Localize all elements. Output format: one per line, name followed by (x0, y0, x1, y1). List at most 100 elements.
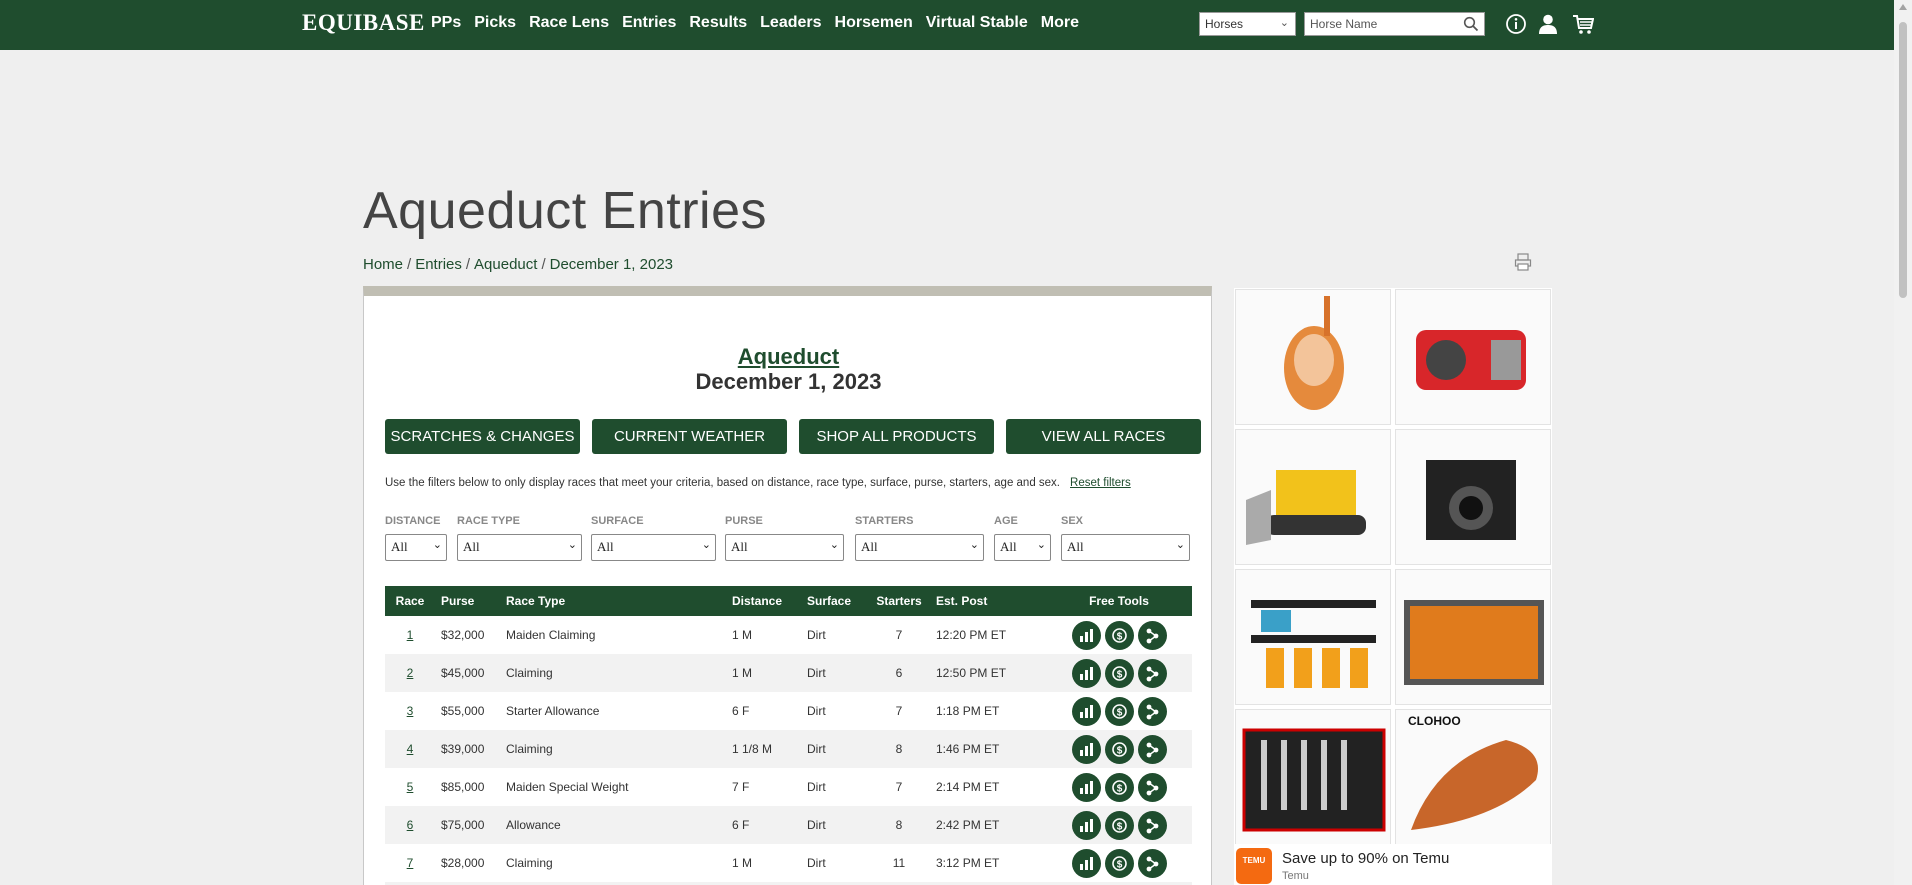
scroll-up-arrow-icon[interactable] (1899, 4, 1907, 10)
search-icon[interactable] (1463, 16, 1479, 32)
search-type-select[interactable]: Horses ⌄ (1199, 12, 1296, 36)
ad-product-router-bits[interactable] (1395, 569, 1551, 705)
ad-product-sandal[interactable]: CLOHOO (1395, 709, 1551, 845)
free-tools-cell: $ (1046, 730, 1192, 768)
nav-results[interactable]: Results (689, 14, 747, 32)
race-chart-tool-button[interactable] (1071, 620, 1101, 650)
current-weather-button[interactable]: CURRENT WEATHER (592, 419, 787, 454)
free-picks-tool-button[interactable]: $ (1104, 810, 1134, 840)
ad-footer[interactable]: TEMU Save up to 90% on Temu Temu (1234, 844, 1552, 885)
table-row: 6 $75,000 Allowance 6 F Dirt 8 2:42 PM ET $ (385, 806, 1192, 844)
free-picks-tool-button[interactable]: $ (1104, 772, 1134, 802)
nav-pps[interactable]: PPs (431, 14, 461, 32)
bulldozer-toy-image (1246, 470, 1366, 545)
snorkel-mask-image (1284, 296, 1344, 410)
race-chart-tool-button[interactable] (1071, 658, 1101, 688)
page-scrollbar[interactable] (1894, 0, 1912, 885)
breadcrumb-separator: / (541, 256, 546, 273)
nav-race-lens[interactable]: Race Lens (529, 14, 609, 32)
share-icon (1146, 666, 1158, 681)
filter-purse-select[interactable]: All ⌄ (725, 534, 844, 561)
print-icon[interactable] (1514, 253, 1532, 271)
share-tool-button[interactable] (1137, 772, 1167, 802)
picks-icon: $ (1111, 855, 1127, 871)
filter-race-type-select[interactable]: All ⌄ (457, 534, 582, 561)
race-type-cell: Claiming (500, 730, 726, 768)
race-number-link[interactable]: 5 (407, 780, 414, 794)
race-number-link[interactable]: 7 (407, 856, 414, 870)
table-row: 3 $55,000 Starter Allowance 6 F Dirt 7 1:18 PM… (385, 692, 1192, 730)
nav-picks[interactable]: Picks (474, 14, 516, 32)
advertisement[interactable]: ▷✕ CLOHOO TEMU Save up to 90% on Temu Te… (1234, 288, 1552, 885)
scrollbar-thumb[interactable] (1899, 22, 1907, 298)
filter-label-race-type: RACE TYPE (457, 515, 520, 527)
nav-horsemen[interactable]: Horsemen (835, 14, 913, 32)
race-number-link[interactable]: 2 (407, 666, 414, 680)
free-picks-tool-button[interactable]: $ (1104, 696, 1134, 726)
share-tool-button[interactable] (1137, 658, 1167, 688)
chart-icon (1079, 780, 1093, 794)
starters-cell: 7 (895, 628, 903, 642)
track-name-link[interactable]: Aqueduct (364, 344, 1213, 370)
race-number-link[interactable]: 3 (407, 704, 414, 718)
view-all-races-button[interactable]: VIEW ALL RACES (1006, 419, 1201, 454)
equibase-logo[interactable]: EQUIBASE (302, 10, 425, 36)
race-number-link[interactable]: 4 (407, 742, 414, 756)
filter-starters-select[interactable]: All ⌄ (855, 534, 984, 561)
race-number-link[interactable]: 6 (407, 818, 414, 832)
filter-sex-select[interactable]: All ⌄ (1061, 534, 1190, 561)
user-account-icon[interactable] (1537, 13, 1559, 35)
ad-headline[interactable]: Save up to 90% on Temu (1282, 850, 1449, 867)
free-picks-tool-button[interactable]: $ (1104, 848, 1134, 878)
race-chart-tool-button[interactable] (1071, 848, 1101, 878)
ad-product-engine[interactable] (1395, 289, 1551, 425)
share-tool-button[interactable] (1137, 734, 1167, 764)
nav-more[interactable]: More (1041, 14, 1079, 32)
race-number-cell: 7 (385, 844, 435, 882)
race-number-cell: 1 (385, 616, 435, 654)
filter-age-select[interactable]: All ⌄ (994, 534, 1051, 561)
nav-entries[interactable]: Entries (622, 14, 676, 32)
chart-icon (1079, 628, 1093, 642)
free-picks-tool-button[interactable]: $ (1104, 620, 1134, 650)
info-icon[interactable] (1505, 13, 1527, 35)
picks-icon: $ (1111, 817, 1127, 833)
free-picks-tool-button[interactable]: $ (1104, 734, 1134, 764)
reset-filters-link[interactable]: Reset filters (1070, 477, 1131, 489)
nav-virtual-stable[interactable]: Virtual Stable (926, 14, 1028, 32)
scratches-changes-button[interactable]: SCRATCHES & CHANGES (385, 419, 580, 454)
filter-label-sex: SEX (1061, 515, 1084, 527)
ad-product-bulldozer[interactable] (1235, 429, 1391, 565)
breadcrumb-entries[interactable]: Entries (415, 256, 462, 273)
svg-text:$: $ (1116, 707, 1122, 718)
col-free-tools: Free Tools (1046, 586, 1192, 616)
tool-rack-image (1251, 600, 1376, 688)
race-chart-tool-button[interactable] (1071, 772, 1101, 802)
horse-search-input[interactable]: Horse Name (1304, 12, 1485, 36)
nav-leaders[interactable]: Leaders (760, 14, 821, 32)
filter-surface-select[interactable]: All ⌄ (591, 534, 716, 561)
share-tool-button[interactable] (1137, 620, 1167, 650)
breadcrumb-home[interactable]: Home (363, 256, 403, 273)
ad-product-camera[interactable] (1395, 429, 1551, 565)
shopping-cart-icon[interactable] (1572, 13, 1594, 35)
table-row: 4 $39,000 Claiming 1 1/8 M Dirt 8 1:46 PM ET $ (385, 730, 1192, 768)
share-tool-button[interactable] (1137, 848, 1167, 878)
breadcrumb-aqueduct[interactable]: Aqueduct (474, 256, 537, 273)
starters-cell: 11 (892, 856, 906, 870)
share-icon (1146, 780, 1158, 795)
chevron-down-icon: ⌄ (567, 539, 577, 551)
ad-product-snorkel-mask[interactable] (1235, 289, 1391, 425)
shop-all-products-button[interactable]: SHOP ALL PRODUCTS (799, 419, 994, 454)
filter-distance-select[interactable]: All ⌄ (385, 534, 447, 561)
race-chart-tool-button[interactable] (1071, 734, 1101, 764)
share-tool-button[interactable] (1137, 810, 1167, 840)
race-number-link[interactable]: 1 (407, 628, 414, 642)
distance-cell: 1 M (732, 628, 753, 642)
ad-product-wrench-set[interactable] (1235, 709, 1391, 845)
share-tool-button[interactable] (1137, 696, 1167, 726)
race-chart-tool-button[interactable] (1071, 810, 1101, 840)
free-picks-tool-button[interactable]: $ (1104, 658, 1134, 688)
ad-product-tool-rack[interactable] (1235, 569, 1391, 705)
race-chart-tool-button[interactable] (1071, 696, 1101, 726)
